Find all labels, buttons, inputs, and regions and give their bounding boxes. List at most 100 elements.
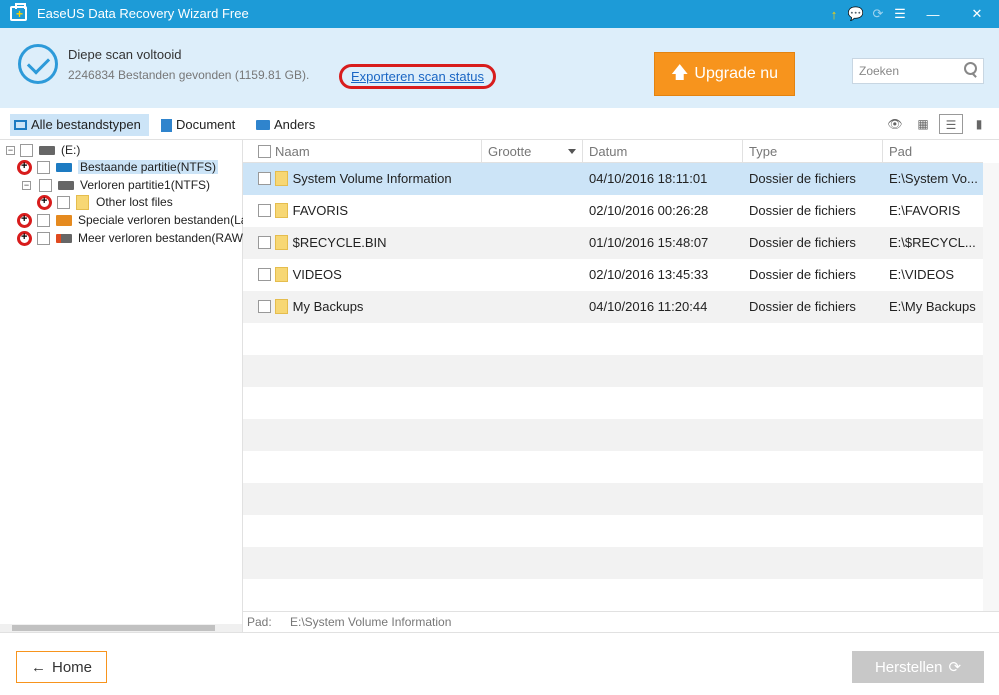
preview-eye-icon[interactable]: 👁 (883, 114, 907, 134)
column-type[interactable]: Type (743, 140, 883, 163)
upgrade-label: Upgrade nu (694, 65, 779, 82)
search-input[interactable]: Zoeken (852, 58, 984, 84)
table-row[interactable]: $RECYCLE.BIN 01/10/2016 15:48:07 Dossier… (243, 227, 983, 259)
folder-icon (274, 234, 288, 250)
row-type: Dossier de fichiers (749, 171, 856, 186)
list-view-icon[interactable]: ☰ (939, 114, 963, 134)
folder-icon (76, 194, 89, 210)
home-label: Home (51, 658, 92, 676)
chat-icon[interactable]: 💬 (845, 6, 867, 22)
collapse-icon[interactable]: − (6, 145, 15, 155)
expand-icon[interactable] (17, 159, 32, 175)
row-type: Dossier de fichiers (749, 299, 856, 314)
vertical-scrollbar[interactable] (983, 163, 999, 611)
row-checkbox[interactable] (258, 204, 271, 218)
tree-item-drive[interactable]: − (E:) (6, 141, 80, 159)
path-value: E:\System Volume Information (290, 615, 452, 629)
arrow-left-icon: ← (30, 658, 46, 676)
grid-view-icon[interactable]: ▦ (911, 114, 935, 134)
table-row[interactable]: FAVORIS 02/10/2016 00:26:28 Dossier de f… (243, 195, 983, 227)
row-date: 04/10/2016 18:11:01 (589, 171, 708, 186)
menu-icon[interactable]: ☰ (889, 6, 911, 22)
tree-checkbox[interactable] (37, 231, 50, 245)
scan-status-title: Diepe scan voltooid (68, 47, 182, 62)
column-size[interactable]: Grootte (482, 140, 583, 163)
filter-all-file-types[interactable]: Alle bestandstypen (10, 114, 149, 136)
tree-item-existing-partition[interactable]: Bestaande partitie(NTFS) (17, 158, 219, 176)
filter-document[interactable]: Document (157, 114, 235, 136)
minimize-button[interactable]: — (911, 7, 955, 22)
row-checkbox[interactable] (258, 236, 271, 250)
row-type: Dossier de fichiers (749, 235, 856, 250)
tree-item-label: Verloren partitie1(NTFS) (80, 178, 211, 192)
filter-others[interactable]: Anders (252, 114, 315, 136)
tree-checkbox[interactable] (37, 213, 50, 227)
table-row[interactable]: VIDEOS 02/10/2016 13:45:33 Dossier de fi… (243, 259, 983, 291)
row-checkbox[interactable] (258, 268, 271, 282)
empty-row (243, 387, 983, 419)
partition-tree: − (E:) Bestaande partitie(NTFS) − Verlor… (0, 140, 254, 632)
tree-item-special-lost-files[interactable]: Speciale verloren bestanden(Lab (17, 211, 254, 229)
empty-row (243, 515, 983, 547)
column-path[interactable]: Pad (883, 140, 983, 163)
tree-checkbox[interactable] (37, 160, 50, 174)
row-date: 01/10/2016 15:48:07 (589, 235, 709, 250)
expand-icon[interactable] (17, 230, 32, 246)
drive-icon (39, 145, 55, 155)
scan-summary: 2246834 Bestanden gevonden (1159.81 GB). (68, 68, 310, 82)
table-row[interactable]: System Volume Information 04/10/2016 18:… (243, 163, 983, 195)
partition-icon (58, 180, 74, 190)
column-name-label: Naam (275, 144, 310, 159)
row-type: Dossier de fichiers (749, 203, 856, 218)
close-button[interactable]: ✕ (955, 6, 999, 22)
tree-checkbox[interactable] (39, 178, 52, 192)
expand-icon[interactable] (17, 212, 32, 228)
scan-status-header: Diepe scan voltooid 2246834 Bestanden ge… (0, 28, 999, 108)
row-name: FAVORIS (292, 203, 349, 218)
export-scan-status-link[interactable]: Exporteren scan status (339, 64, 496, 89)
expand-icon[interactable] (37, 194, 52, 210)
empty-row (243, 419, 983, 451)
path-bar: Pad: E:\System Volume Information (243, 611, 999, 632)
tree-item-other-lost-files[interactable]: Other lost files (37, 193, 173, 211)
select-all-checkbox[interactable] (258, 145, 271, 159)
row-path: E:\VIDEOS (889, 267, 955, 282)
recover-button[interactable]: Herstellen ⟳ (852, 651, 984, 683)
column-type-label: Type (749, 144, 778, 159)
refresh-icon[interactable]: ⟳ (867, 6, 889, 22)
tree-checkbox[interactable] (20, 143, 33, 157)
details-view-icon[interactable]: ▮ (967, 114, 991, 134)
tree-item-lost-partition[interactable]: − Verloren partitie1(NTFS) (22, 176, 210, 194)
column-name[interactable]: Naam (243, 140, 482, 163)
recover-label: Herstellen (874, 658, 943, 676)
tree-item-label: Speciale verloren bestanden(Lab (78, 213, 255, 227)
upgrade-button[interactable]: 🡅 Upgrade nu (654, 52, 795, 96)
row-name: My Backups (292, 299, 364, 314)
column-path-label: Pad (889, 144, 913, 159)
column-date[interactable]: Datum (583, 140, 743, 163)
window-title: EaseUS Data Recovery Wizard Free (37, 6, 249, 21)
row-date: 04/10/2016 11:20:44 (589, 299, 708, 314)
search-icon[interactable] (964, 62, 978, 78)
empty-row (243, 451, 983, 483)
row-name: System Volume Information (292, 171, 452, 186)
row-path: E:\$RECYCL... (889, 235, 976, 250)
tree-checkbox[interactable] (57, 195, 70, 209)
home-button[interactable]: ← Home (16, 651, 107, 683)
row-checkbox[interactable] (258, 300, 271, 314)
tree-horizontal-scrollbar[interactable] (0, 624, 242, 632)
column-date-label: Datum (589, 144, 628, 159)
tree-item-more-lost-files[interactable]: Meer verloren bestanden(RAW) (17, 229, 247, 247)
scrollbar-thumb[interactable] (12, 625, 215, 631)
collapse-icon[interactable]: − (22, 180, 31, 190)
filter-others-label: Anders (274, 117, 316, 132)
folder-icon (274, 202, 288, 218)
window-controls: ↑ 💬 ⟳ ☰ — ✕ (823, 0, 999, 28)
table-row[interactable]: My Backups 04/10/2016 11:20:44 Dossier d… (243, 291, 983, 323)
column-size-label: Grootte (488, 144, 532, 159)
row-date: 02/10/2016 13:45:33 (589, 267, 709, 282)
upload-icon[interactable]: ↑ (823, 7, 845, 22)
row-checkbox[interactable] (258, 172, 271, 186)
empty-row (243, 483, 983, 515)
row-date: 02/10/2016 00:26:28 (589, 203, 709, 218)
